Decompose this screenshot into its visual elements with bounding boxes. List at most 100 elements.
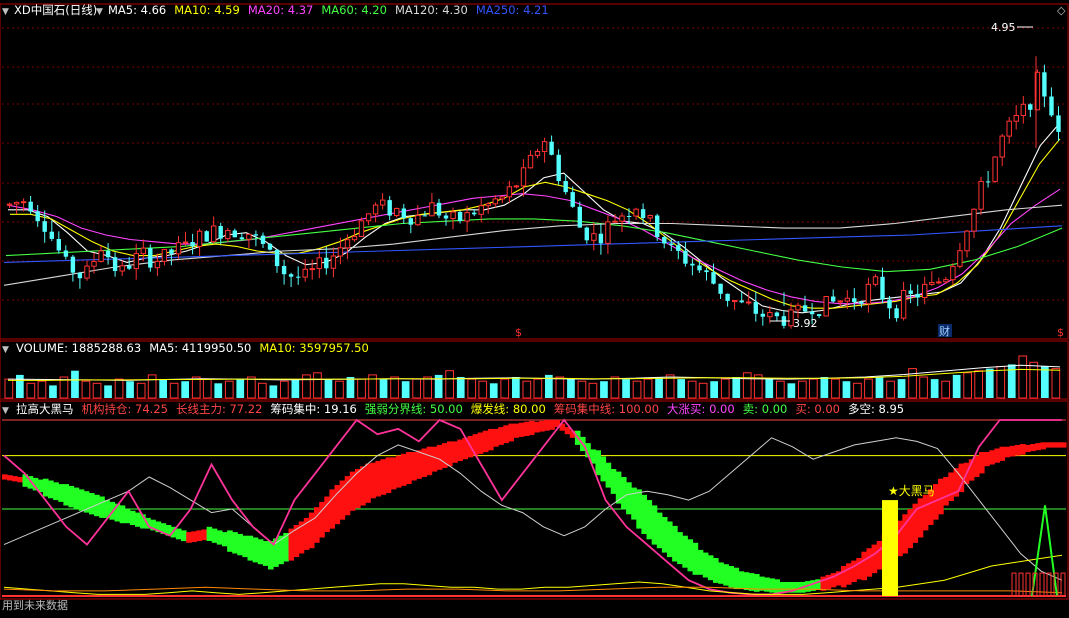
band-segment-green — [78, 489, 85, 511]
ma-line-ma120 — [3, 204, 1063, 286]
candle-body-up — [767, 312, 773, 318]
legend-item: 买: 0.00 — [795, 402, 840, 416]
volume-pane[interactable]: ▼ VOLUME: 1885288.63 MA5: 4119950.50 MA10:… — [2, 341, 1061, 399]
candle-body-down — [281, 266, 287, 275]
collapse-price-pane-icon[interactable]: ▼ — [2, 7, 9, 17]
band-segment-green — [728, 566, 734, 588]
band-segment-red — [1060, 442, 1067, 448]
band-segment-red — [1055, 442, 1062, 448]
candle-body-down — [753, 302, 758, 314]
candle-body-up — [929, 282, 935, 285]
dividend-marker[interactable]: $ — [515, 326, 522, 339]
band-segment-green — [651, 505, 658, 545]
candle-body-up — [633, 208, 639, 217]
volume-bar-up — [92, 382, 102, 399]
volume-bar-up — [610, 376, 620, 399]
indicator-pane[interactable]: ★大黑马 ▼ 拉高大黑马 机构持仓: 74.25 长线主力: 77.22 筹码集中: … — [2, 402, 1067, 612]
collapse-indicator-pane-icon[interactable]: ▼ — [2, 406, 9, 416]
band-segment-green — [58, 484, 64, 502]
candle-body-up — [450, 211, 456, 219]
band-segment-red — [876, 541, 883, 570]
volume-bar-up — [577, 380, 587, 399]
legend-item: MA5: 4119950.50 — [149, 341, 251, 355]
band-segment-red — [943, 477, 949, 506]
indicator-lines — [3, 418, 1063, 596]
band-segment-green — [232, 532, 238, 554]
candle-body-up — [351, 235, 358, 241]
candle-body-down — [584, 227, 589, 241]
candle-body-down — [598, 233, 604, 244]
candle-body-down — [70, 256, 76, 273]
candle-body-up — [394, 208, 400, 216]
band-segment-red — [897, 520, 903, 557]
price-pane-header: ▼ XD中国石(日线) ▼ MA5: 4.66 MA10: 4.59 MA20: 4… — [2, 3, 1066, 17]
legend-item: 多空: 8.95 — [848, 402, 904, 416]
candle-body-up — [492, 198, 499, 205]
legend-item: 长线主力: 77.22 — [176, 402, 262, 416]
band-segment-red — [308, 512, 315, 549]
price-pane[interactable]: 4.95 3.92 $ $ 财 ▼ XD中国石(日线) ▼ MA5: 4.66 M… — [2, 3, 1066, 339]
candle-body-up — [478, 205, 484, 215]
candle-body-down — [774, 312, 780, 317]
candle-body-down — [852, 298, 857, 302]
candle-body-down — [711, 272, 716, 284]
band-segment-red — [979, 452, 985, 474]
volume-bar-up — [996, 366, 1006, 399]
pane-menu-icon[interactable]: ◇ — [1057, 4, 1066, 17]
volume-bar-up — [533, 378, 543, 399]
volume-bar-down — [214, 383, 223, 398]
band-segment-red — [201, 529, 208, 541]
candle-body-up — [612, 220, 618, 223]
band-segment-red — [457, 439, 463, 461]
legend-item: MA5: 4.66 — [108, 3, 166, 17]
volume-bar-up — [37, 380, 47, 399]
dividend-marker[interactable]: $ — [1057, 326, 1064, 339]
band-segment-red — [12, 476, 18, 482]
candle-body-up — [964, 230, 970, 252]
volume-bar-up — [720, 378, 730, 399]
legend-item: 筹码集中线: 100.00 — [554, 402, 659, 416]
candle-body-up — [992, 156, 998, 182]
volume-bar-up — [147, 374, 157, 399]
volume-bar-up — [919, 376, 928, 399]
band-segment-red — [861, 551, 867, 581]
collapse-volume-pane-icon[interactable]: ▼ — [2, 345, 9, 355]
band-segment-green — [748, 573, 755, 591]
band-segment-red — [395, 455, 402, 488]
volume-bar-down — [346, 377, 355, 398]
candle-body-down — [718, 283, 723, 294]
candlesticks — [6, 56, 1061, 329]
band-segment-green — [257, 539, 264, 565]
band-segment-red — [503, 425, 509, 444]
candle-body-up — [872, 276, 879, 285]
volume-bar-down — [875, 377, 884, 398]
volume-bar-down — [456, 377, 465, 398]
candle-body-up — [20, 201, 27, 204]
ma-settings-icon[interactable]: ▼ — [96, 7, 103, 17]
band-segment-green — [779, 582, 786, 593]
band-segment-red — [477, 432, 484, 454]
finance-badge[interactable]: 财 — [939, 324, 950, 338]
band-segment-red — [431, 446, 438, 472]
price-grid — [2, 27, 1066, 301]
band-segment-red — [846, 563, 852, 585]
sell-signal-bar — [1011, 572, 1017, 597]
volume-bar-down — [952, 374, 961, 398]
candle-body-down — [683, 250, 688, 264]
volume-bar-up — [588, 382, 598, 399]
candle-body-down — [324, 257, 329, 269]
volume-bar-up — [357, 378, 366, 399]
candle-body-down — [1028, 104, 1033, 110]
legend-item: 拉高大黑马 — [16, 402, 74, 416]
band-segment-green — [718, 562, 724, 584]
volume-bar-up — [114, 378, 124, 399]
volume-bar-up — [963, 372, 972, 399]
dark-horse-bar — [882, 500, 898, 596]
volume-bar-up — [4, 378, 14, 399]
band-segment-red — [498, 427, 504, 445]
band-segment-green — [656, 512, 663, 549]
band-segment-red — [416, 450, 422, 479]
chart-canvas[interactable]: 4.95 3.92 $ $ 财 ▼ XD中国石(日线) ▼ MA5: 4.66 M… — [0, 0, 1069, 615]
band-segment-green — [119, 505, 126, 524]
band-segment-red — [539, 420, 545, 432]
